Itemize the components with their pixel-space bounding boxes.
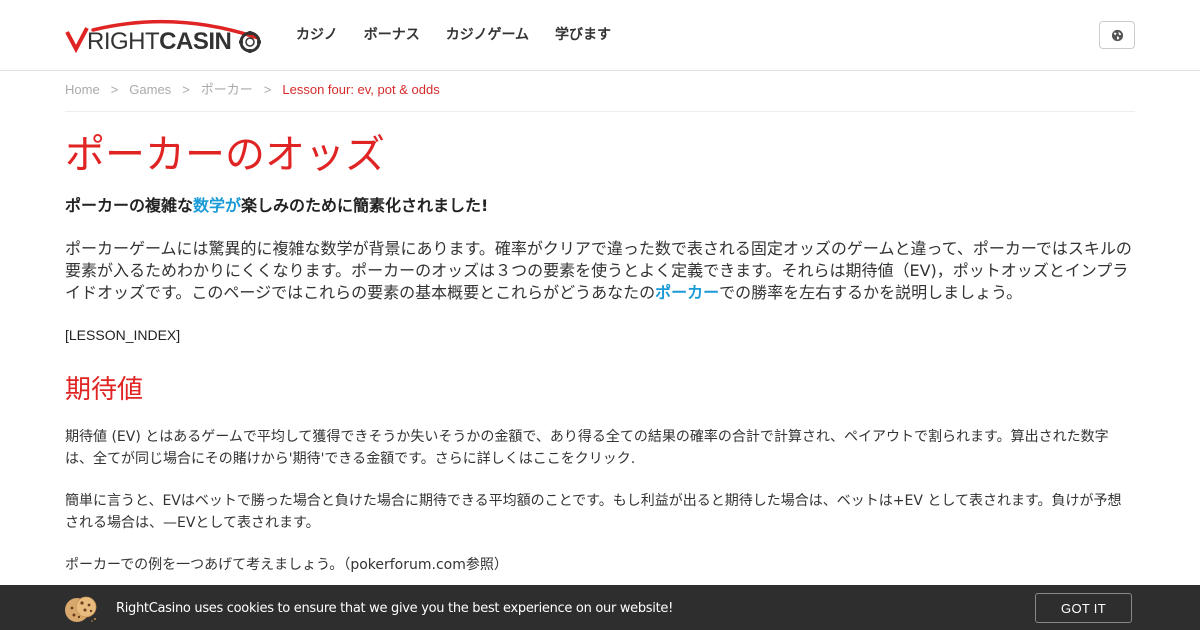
nav-item-casino-games[interactable]: カジノゲーム <box>446 26 529 44</box>
lead-text-after: での勝率を左右するかを説明しましょう。 <box>719 283 1023 302</box>
nav-item-bonus[interactable]: ボーナス <box>364 26 420 44</box>
nav-item-learn[interactable]: 学びます <box>555 26 611 44</box>
breadcrumb-separator: > <box>263 82 272 97</box>
nav-item-casino[interactable]: カジノ <box>296 26 338 44</box>
lead-paragraph: ポーカーゲームには驚異的に複雑な数学が背景にあります。確率がクリアで違った数で表… <box>65 238 1137 304</box>
breadcrumb-current: Lesson four: ev, pot & odds <box>282 82 440 97</box>
got-it-button[interactable]: GOT IT <box>1035 593 1132 623</box>
breadcrumb-separator: > <box>110 82 119 97</box>
logo-word-casino: CASIN <box>159 28 232 55</box>
ev-definition-paragraph: 期待値 (EV) とはあるゲームで平均して獲得できそうか失いそうかの金額で、あり… <box>65 429 1109 467</box>
cookie-icon <box>65 596 97 622</box>
subtitle-text-before: ポーカーの複雑な <box>65 196 194 215</box>
logo-word-right: RIGHT <box>87 28 160 55</box>
lesson-index-placeholder: [LESSON_INDEX] <box>65 327 181 343</box>
subtitle-text-after: 楽しみのために簡素化されました! <box>241 196 489 215</box>
page-title: ポーカーのオッズ <box>65 132 385 178</box>
globe-icon <box>1111 29 1123 41</box>
cookie-consent-bar: RightCasino uses cookies to ensure that … <box>0 585 1200 630</box>
site-logo[interactable]: RIGHTCASIN <box>65 16 265 56</box>
site-header: RIGHTCASIN カジノ ボーナス カジノゲーム 学びます <box>0 0 1200 71</box>
poker-link[interactable]: ポーカー <box>655 283 719 302</box>
breadcrumb: Home > Games > ポーカー > Lesson four: ev, p… <box>65 81 1135 112</box>
breadcrumb-home[interactable]: Home <box>65 81 100 99</box>
breadcrumb-games[interactable]: Games <box>129 81 171 99</box>
language-button[interactable] <box>1099 21 1135 49</box>
main-nav: カジノ ボーナス カジノゲーム 学びます <box>296 26 611 44</box>
cookie-message: RightCasino uses cookies to ensure that … <box>116 601 673 616</box>
math-link[interactable]: 数学が <box>193 196 241 215</box>
poker-example-paragraph: ポーカーでの例を一つあげて考えましょう。（pokerforum.com参照） <box>65 557 508 573</box>
ev-simple-paragraph: 簡単に言うと、EVはベットで勝った場合と負けた場合に期待できる平均額のことです。… <box>65 493 1122 531</box>
article-subtitle: ポーカーの複雑な数学が楽しみのために簡素化されました! <box>65 195 488 217</box>
breadcrumb-poker[interactable]: ポーカー <box>201 81 253 99</box>
breadcrumb-separator: > <box>182 82 190 97</box>
logo-wordmark: RIGHTCASIN <box>87 28 232 56</box>
section-title-expected-value: 期待値 <box>65 375 144 405</box>
